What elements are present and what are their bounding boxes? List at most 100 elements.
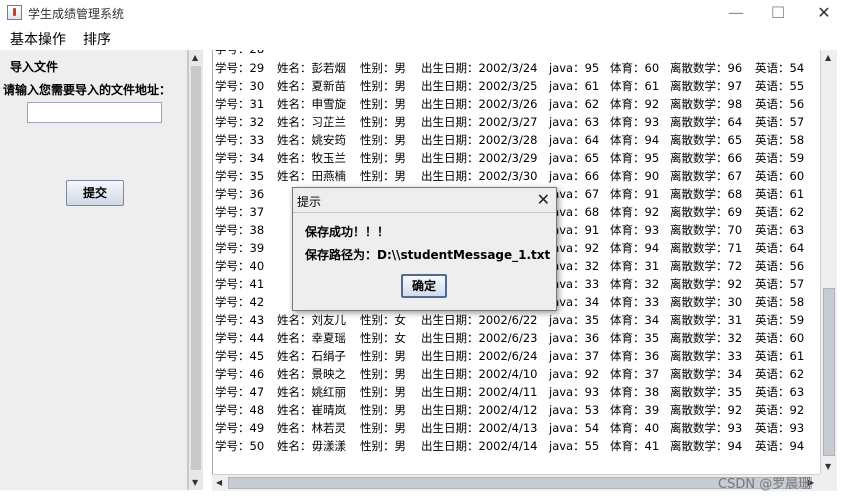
cell-java: java：63 <box>549 115 600 129</box>
left-panel-scrollbar[interactable]: ▲ ▼ <box>188 50 203 490</box>
cell-birth: 出生日期：2002/6/24 <box>421 349 538 363</box>
cell-sex: 性别：男 <box>360 403 406 417</box>
menu-bar: 基本操作 排序 <box>0 26 850 48</box>
cell-math: 离散数学：33 <box>670 349 743 363</box>
cell-name: 姓名：刘友儿 <box>277 313 346 327</box>
cell-java: java：64 <box>549 133 600 147</box>
cell-sex: 性别：男 <box>360 97 406 111</box>
cell-pe: 体育：38 <box>610 385 660 399</box>
ok-button[interactable]: 确定 <box>401 274 447 298</box>
cell-eng: 英语：63 <box>755 223 805 237</box>
cell-math: 离散数学：70 <box>670 223 743 237</box>
cell-eng: 英语：59 <box>755 313 805 327</box>
submit-button[interactable]: 提交 <box>66 180 124 206</box>
cell-id: 学号：34 <box>215 151 265 165</box>
cell-pe: 体育：90 <box>610 169 660 183</box>
menu-sort[interactable]: 排序 <box>83 29 111 49</box>
scroll-up-icon[interactable]: ▲ <box>825 53 831 62</box>
cell-birth: 出生日期：2002/6/22 <box>421 313 538 327</box>
cell-eng: 英语：56 <box>755 97 805 111</box>
close-window-button[interactable]: ✕ <box>804 2 844 24</box>
dialog-title: 提示 <box>297 195 322 209</box>
cell-sex: 性别：男 <box>360 79 406 93</box>
cell-math: 离散数学：92 <box>670 403 743 417</box>
cell-math: 离散数学：31 <box>670 313 743 327</box>
cell-eng: 英语：60 <box>755 331 805 345</box>
scroll-down-icon[interactable]: ▼ <box>192 478 198 487</box>
menu-basic-operations[interactable]: 基本操作 <box>10 29 66 49</box>
minimize-button[interactable]: — <box>716 2 756 24</box>
cell-pe: 体育：93 <box>610 115 660 129</box>
dialog-save-path: 保存路径为：D:\\studentMessage_1.txt <box>305 248 551 262</box>
scrollbar-thumb[interactable] <box>191 66 201 470</box>
scroll-up-icon[interactable]: ▲ <box>192 53 198 62</box>
cell-pe: 体育：39 <box>610 403 660 417</box>
cell-sex: 性别：男 <box>360 151 406 165</box>
table-row: 学号：46 姓名：景映之 性别：男 出生日期：2002/4/10 java：92 体育：3… <box>213 364 820 382</box>
table-row: 学号：45 姓名：石绢子 性别：男 出生日期：2002/6/24 java：37 体育：3… <box>213 346 820 364</box>
cell-eng: 英语：59 <box>755 151 805 165</box>
save-success-dialog: 提示 ✕ 保存成功！！！ 保存路径为：D:\\studentMessage_1.… <box>292 187 557 311</box>
cell-pe: 体育：94 <box>610 241 660 255</box>
table-row: 学号：49 姓名：林若灵 性别：男 出生日期：2002/4/13 java：54 体育：4… <box>213 418 820 436</box>
cell-eng: 英语：62 <box>755 205 805 219</box>
cell-pe: 体育：95 <box>610 151 660 165</box>
cell-id: 学号：42 <box>215 295 265 309</box>
close-icon[interactable]: ✕ <box>537 190 550 209</box>
cell-java: java：93 <box>549 385 600 399</box>
cell-math: 离散数学：71 <box>670 241 743 255</box>
file-path-input[interactable] <box>27 102 162 123</box>
cell-eng: 英语：93 <box>755 421 805 435</box>
cell-id: 学号：38 <box>215 223 265 237</box>
table-row: 学号：43 姓名：刘友儿 性别：女 出生日期：2002/6/22 java：35 体育：3… <box>213 310 820 328</box>
scrollbar-thumb[interactable] <box>823 288 835 456</box>
cell-name: 姓名：景映之 <box>277 367 346 381</box>
cell-eng: 英语：94 <box>755 439 805 453</box>
cell-id: 学号：45 <box>215 349 265 363</box>
maximize-button[interactable]: ☐ <box>758 2 798 24</box>
scroll-left-icon[interactable]: ◀ <box>216 478 222 487</box>
table-row: 学号：35 姓名：田燕楠 性别：男 出生日期：2002/3/30 java：66 体育：9… <box>213 166 820 184</box>
table-row: 学号：31 姓名：申雪旋 性别：男 出生日期：2002/3/26 java：62 体育：9… <box>213 94 820 112</box>
cell-birth: 出生日期：2002/4/13 <box>421 421 538 435</box>
cell-name: 姓名：幸夏瑶 <box>277 331 346 345</box>
vertical-scrollbar[interactable]: ▲ ▼ <box>820 50 837 474</box>
cell-math: 离散数学：92 <box>670 277 743 291</box>
cell-sex: 性别：男 <box>360 385 406 399</box>
cell-eng: 英语：62 <box>755 367 805 381</box>
java-app-icon <box>7 5 22 20</box>
scroll-down-icon[interactable]: ▼ <box>825 462 831 471</box>
cell-sex: 性别：女 <box>360 331 406 345</box>
cell-math: 离散数学：30 <box>670 295 743 309</box>
cell-name: 姓名：石绢子 <box>277 349 346 363</box>
table-row: 学号：44 姓名：幸夏瑶 性别：女 出生日期：2002/6/23 java：36 体育：3… <box>213 328 820 346</box>
cell-name: 姓名：习芷兰 <box>277 115 346 129</box>
cell-java: java：35 <box>549 313 600 327</box>
cell-id: 学号：29 <box>215 61 265 75</box>
cell-math: 离散数学：67 <box>670 169 743 183</box>
cell-math: 离散数学：69 <box>670 205 743 219</box>
dialog-body: 保存成功！！！ 保存路径为：D:\\studentMessage_1.txt 确… <box>293 212 556 310</box>
cell-eng: 英语：61 <box>755 187 805 201</box>
cell-name: 姓名：林若灵 <box>277 421 346 435</box>
cell-name: 姓名：毋漾漾 <box>277 439 346 453</box>
cell-pe: 体育：40 <box>610 421 660 435</box>
cell-id: 学号：33 <box>215 133 265 147</box>
cell-birth: 出生日期：2002/6/23 <box>421 331 538 345</box>
cell-sex: 性别：男 <box>360 61 406 75</box>
cell-name: 姓名：姚红丽 <box>277 385 346 399</box>
cell-id: 学号：36 <box>215 187 265 201</box>
cell-pe: 体育：31 <box>610 259 660 273</box>
cell-birth: 出生日期：2002/4/14 <box>421 439 538 453</box>
cell-name: 姓名：彭若烟 <box>277 61 346 75</box>
cell-pe: 体育：61 <box>610 79 660 93</box>
cell-pe: 体育：91 <box>610 187 660 201</box>
table-row-partial: 学号：28 <box>213 50 820 58</box>
cell-java: java：66 <box>549 169 600 183</box>
cell-id: 学号：41 <box>215 277 265 291</box>
cell-eng: 英语：63 <box>755 385 805 399</box>
cell-eng: 英语：61 <box>755 349 805 363</box>
cell-id: 学号：50 <box>215 439 265 453</box>
cell-pe: 体育：37 <box>610 367 660 381</box>
import-prompt: 请输入您需要导入的文件地址： <box>3 83 172 97</box>
